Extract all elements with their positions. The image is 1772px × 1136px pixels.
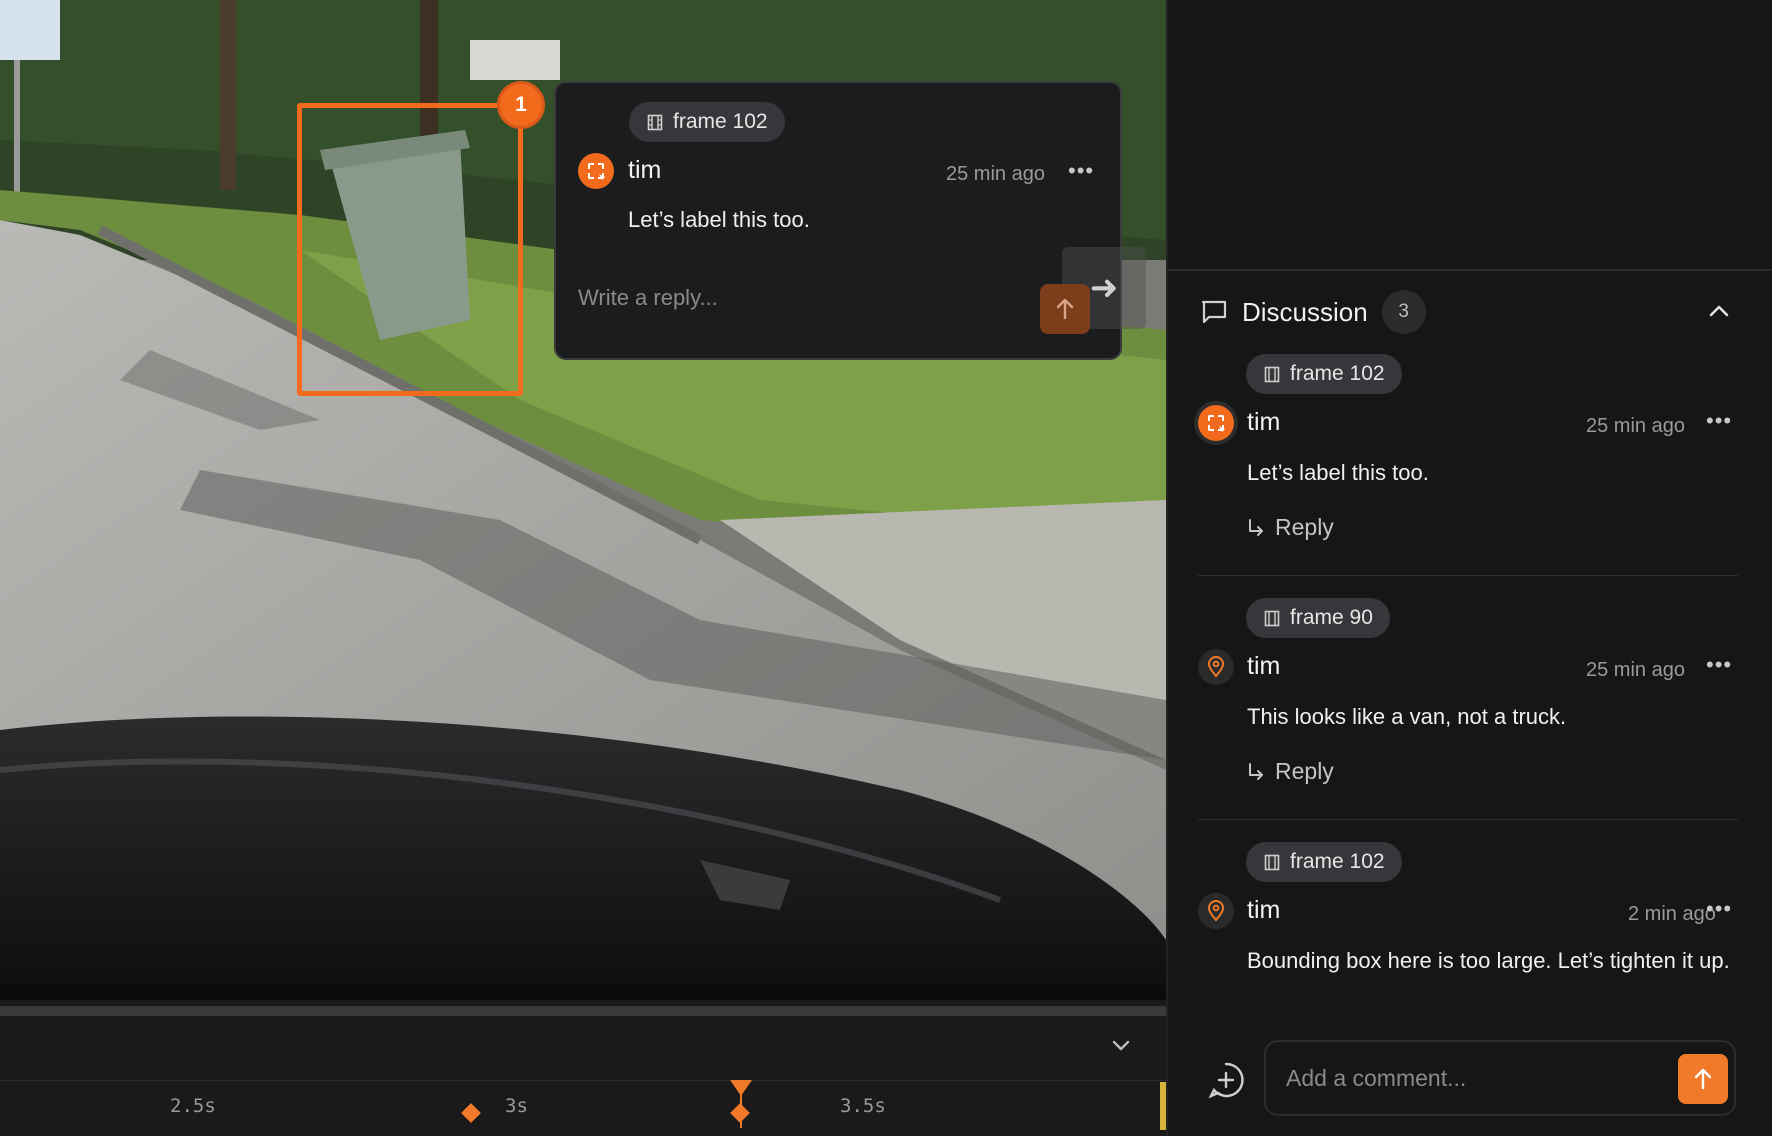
arrow-up-icon	[1694, 1068, 1712, 1090]
reply-button[interactable]: Reply	[1247, 514, 1334, 541]
more-options-icon[interactable]: •••	[1706, 898, 1732, 920]
bbox-avatar-icon	[578, 153, 614, 189]
pin-avatar-icon	[1198, 893, 1234, 929]
reply-label: Reply	[1275, 514, 1334, 540]
comment-time: 2 min ago	[1628, 903, 1716, 925]
divider	[1198, 819, 1738, 820]
more-options-icon[interactable]: •••	[1068, 160, 1094, 182]
more-options-icon[interactable]: •••	[1706, 654, 1732, 676]
reply-arrow-icon	[1249, 762, 1263, 780]
reply-label: Reply	[1275, 758, 1334, 784]
arrow-up-icon	[1056, 298, 1074, 320]
comment-text: This looks like a van, not a truck.	[1247, 704, 1567, 729]
comment-author: tim	[628, 156, 662, 184]
frame-chip-label: frame 102	[1290, 850, 1385, 873]
chat-bubble-icon	[1201, 300, 1227, 324]
time-ruler[interactable]: 2.5s 3s 3.5s	[0, 1080, 1166, 1132]
frame-chip[interactable]: frame 102	[1246, 354, 1402, 394]
more-options-icon[interactable]: •••	[1706, 410, 1732, 432]
comment-item: frame 102 tim 2 min ago ••• Bounding box…	[1198, 842, 1744, 1022]
map-pin-icon	[1207, 656, 1225, 678]
tick-label: 2.5s	[170, 1095, 216, 1117]
discussion-header: Discussion 3	[1200, 290, 1426, 334]
frame-chip-label: frame 102	[1290, 362, 1385, 385]
comment-author: tim	[1247, 896, 1281, 924]
comment-time: 25 min ago	[946, 163, 1045, 185]
chevron-down-icon[interactable]	[1110, 1034, 1132, 1056]
frame-chip[interactable]: frame 102	[629, 102, 785, 142]
frame-chip[interactable]: frame 90	[1246, 598, 1390, 638]
pin-avatar-icon	[1198, 649, 1234, 685]
discussion-count-badge: 3	[1381, 290, 1426, 334]
add-comment-icon[interactable]	[1206, 1060, 1246, 1100]
comment-author: tim	[1247, 408, 1281, 436]
comment-time: 25 min ago	[1586, 415, 1685, 437]
bounding-box[interactable]	[297, 103, 523, 396]
discussion-title: Discussion	[1242, 296, 1368, 327]
frame-chip-label: frame 90	[1290, 606, 1373, 629]
send-reply-button[interactable]	[1040, 284, 1090, 334]
panel-upper-area	[1168, 0, 1772, 271]
film-icon	[1264, 366, 1280, 382]
map-pin-icon	[1207, 900, 1225, 922]
send-comment-button[interactable]	[1678, 1054, 1728, 1104]
comment-text: Let’s label this too.	[1247, 460, 1429, 485]
film-icon	[1264, 610, 1280, 626]
add-comment-box	[1264, 1040, 1736, 1116]
scrub-track[interactable]	[0, 1006, 1166, 1016]
chevron-up-icon[interactable]	[1706, 298, 1732, 324]
add-comment-input[interactable]	[1286, 1056, 1666, 1100]
tick-label: 3.5s	[840, 1095, 886, 1117]
video-frame[interactable]: 1 frame 102 tim 25 min ago ••• Let’s lab…	[0, 0, 1166, 1000]
comment-time: 25 min ago	[1586, 659, 1685, 681]
timeline[interactable]: 2.5s 3s 3.5s	[0, 1000, 1166, 1136]
comment-popover: frame 102 tim 25 min ago ••• Let’s label…	[554, 81, 1146, 360]
comment-text: Let’s label this too.	[628, 207, 810, 232]
annotation-badge[interactable]: 1	[497, 81, 545, 129]
reply-input[interactable]	[578, 278, 958, 318]
reply-button[interactable]: Reply	[1247, 758, 1334, 785]
reply-arrow-icon	[1249, 518, 1263, 536]
comment-item: frame 90 tim 25 min ago ••• This looks l…	[1198, 598, 1744, 798]
tick-label: 3s	[505, 1095, 528, 1117]
comment-text: Bounding box here is too large. Let’s ti…	[1247, 948, 1730, 973]
divider	[1198, 575, 1738, 576]
frame-chip-label: frame 102	[673, 110, 768, 133]
discussion-panel: Discussion 3 frame 102 tim 25 min ago ••…	[1166, 0, 1772, 1136]
film-icon	[1264, 854, 1280, 870]
bbox-avatar-icon	[1198, 405, 1234, 441]
comment-author: tim	[1247, 652, 1281, 680]
film-icon	[647, 114, 663, 130]
comment-item: frame 102 tim 25 min ago ••• Let’s label…	[1198, 354, 1744, 554]
frame-chip[interactable]: frame 102	[1246, 842, 1402, 882]
